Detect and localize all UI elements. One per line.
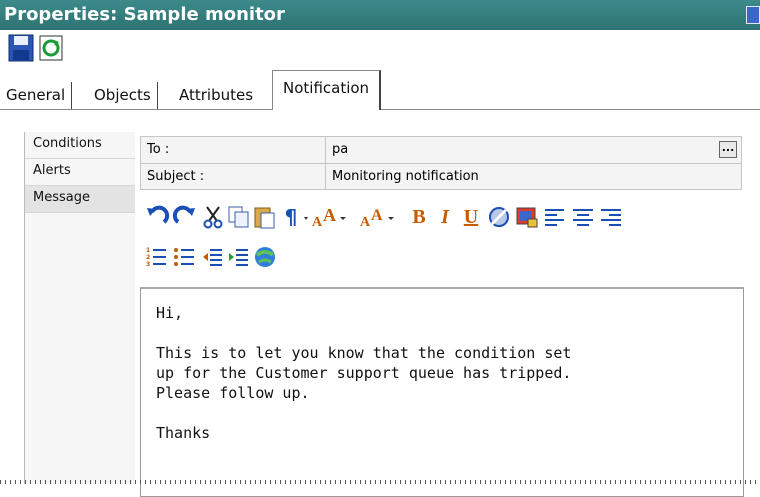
main-toolbar <box>0 30 760 70</box>
outdent-icon <box>203 249 222 266</box>
svg-text:3: 3 <box>146 261 150 268</box>
table-icon <box>516 207 538 228</box>
notification-sidebar: Conditions Alerts Message <box>24 132 135 484</box>
svg-text:2: 2 <box>146 254 150 261</box>
italic-button[interactable]: I <box>432 204 458 230</box>
svg-text:A: A <box>371 207 383 224</box>
cut-icon <box>203 206 223 229</box>
redo-button[interactable] <box>172 204 198 230</box>
tab-general[interactable]: General <box>0 82 73 109</box>
message-body-editor[interactable]: Hi, This is to let you know that the con… <box>140 287 744 497</box>
underline-icon: U <box>463 206 479 228</box>
font-size-increase-icon: AA <box>304 205 346 230</box>
undo-icon <box>147 205 170 224</box>
image-icon <box>489 207 509 227</box>
italic-icon: I <box>441 206 449 228</box>
indent-button[interactable] <box>226 244 252 270</box>
paragraph-button[interactable]: ¶ <box>278 204 304 230</box>
editor-toolbar: ¶ AA AA B I U 123 <box>142 200 752 280</box>
save-icon <box>8 34 34 62</box>
insert-table-button[interactable] <box>514 204 540 230</box>
undo-button[interactable] <box>144 204 170 230</box>
align-left-button[interactable] <box>542 204 568 230</box>
bottom-dotted-border <box>0 480 760 484</box>
font-size-decrease-button[interactable]: AA <box>356 204 406 230</box>
message-body-text[interactable]: Hi, This is to let you know that the con… <box>156 303 571 443</box>
browse-recipients-button[interactable]: ... <box>719 141 737 158</box>
numbered-list-icon: 123 <box>146 247 166 268</box>
bulleted-list-button[interactable] <box>172 244 198 270</box>
to-field[interactable]: pa <box>325 137 741 163</box>
outdent-button[interactable] <box>200 244 226 270</box>
copy-icon <box>228 206 249 228</box>
svg-text:A: A <box>323 205 336 225</box>
font-size-decrease-icon: AA <box>360 207 394 230</box>
save-button[interactable] <box>8 34 34 62</box>
subject-label: Subject : <box>147 169 205 184</box>
bold-icon: B <box>412 206 426 228</box>
svg-text:A: A <box>360 215 371 230</box>
align-right-icon <box>601 209 621 226</box>
refresh-button[interactable] <box>38 34 64 62</box>
copy-button[interactable] <box>226 204 252 230</box>
sidebar-item-message[interactable]: Message <box>25 186 135 213</box>
underline-button[interactable]: U <box>458 204 484 230</box>
align-right-button[interactable] <box>598 204 624 230</box>
bold-button[interactable]: B <box>406 204 432 230</box>
svg-text:1: 1 <box>146 247 150 254</box>
title-bar: Properties: Sample monitor <box>0 0 760 30</box>
align-center-button[interactable] <box>570 204 596 230</box>
redo-icon <box>172 205 195 224</box>
tab-objects[interactable]: Objects <box>88 82 158 109</box>
font-size-increase-button[interactable]: AA <box>302 204 354 230</box>
numbered-list-button[interactable]: 123 <box>144 244 170 270</box>
subject-field[interactable]: Monitoring notification <box>325 164 741 190</box>
window-corner-icon[interactable] <box>746 6 760 24</box>
tab-strip: General Objects Attributes Notification <box>0 70 760 110</box>
to-label: To : <box>147 142 170 157</box>
align-left-icon <box>545 209 564 226</box>
bulleted-list-icon <box>174 248 194 266</box>
svg-text:A: A <box>312 215 323 230</box>
paste-icon <box>254 207 275 229</box>
to-row: To : pa ... <box>141 137 741 163</box>
paragraph-icon: ¶ <box>284 205 298 229</box>
sidebar-item-conditions[interactable]: Conditions <box>25 132 135 159</box>
insert-link-button[interactable] <box>252 244 278 270</box>
subject-row: Subject : Monitoring notification <box>141 164 741 190</box>
message-header-form: To : pa ... Subject : Monitoring notific… <box>140 136 742 190</box>
cut-button[interactable] <box>200 204 226 230</box>
paste-button[interactable] <box>252 204 278 230</box>
link-icon <box>255 247 275 267</box>
sidebar-item-alerts[interactable]: Alerts <box>25 159 135 186</box>
align-center-icon <box>573 209 593 226</box>
tab-attributes[interactable]: Attributes <box>173 82 259 109</box>
window-title: Properties: Sample monitor <box>4 4 285 25</box>
refresh-icon <box>39 35 63 61</box>
insert-image-button[interactable] <box>486 204 512 230</box>
tab-notification[interactable]: Notification <box>272 70 382 110</box>
indent-icon <box>229 249 248 266</box>
